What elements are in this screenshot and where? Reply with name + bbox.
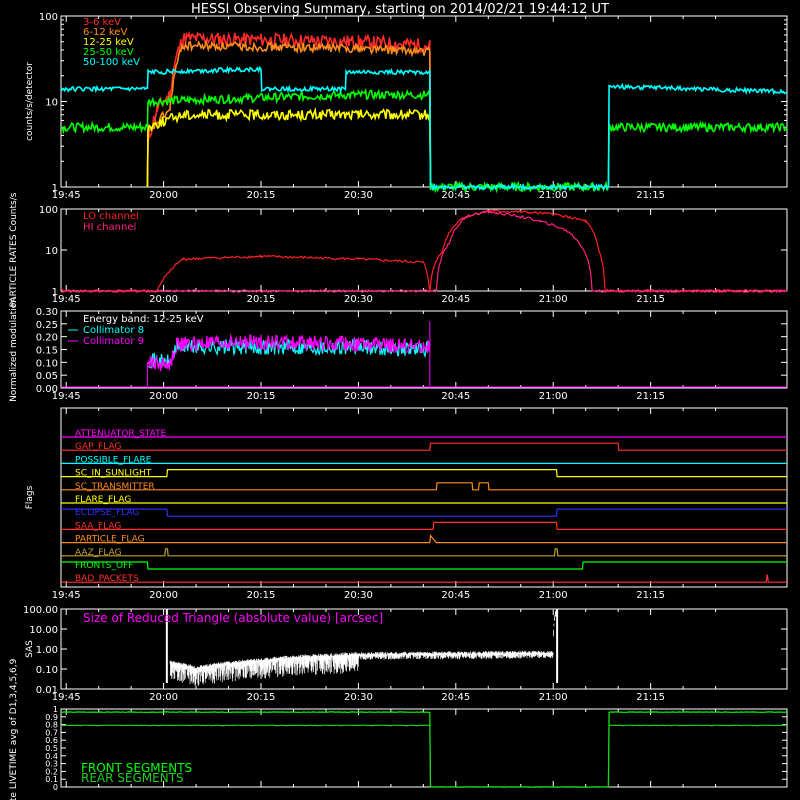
x-tick-label: 21:15 (636, 294, 665, 305)
y-axis-label: Mon. Rate LIVETIME avg of D1,3,4,5,6,9 (9, 658, 19, 800)
flag-label: ECLIPSE_FLAG (75, 508, 139, 518)
y-tick-label: 0.10 (36, 358, 58, 369)
legend-entry: LO channel (83, 211, 139, 222)
y-tick-label: 1 (52, 183, 58, 194)
y-axis-label: Normalized modulation (9, 297, 19, 402)
x-tick-label: 20:00 (149, 391, 178, 402)
x-tick-label: 20:00 (149, 294, 178, 305)
x-tick-label: 19:45 (52, 590, 81, 601)
y-tick-label: 0.2 (45, 767, 58, 776)
flag-label: SC_IN_SUNLIGHT (75, 469, 152, 479)
x-tick-label: 21:00 (539, 294, 568, 305)
y-axis-label: counts/s/detector (25, 62, 35, 141)
x-tick-label: 20:15 (247, 692, 276, 703)
x-tick-label: 20:00 (149, 190, 178, 201)
y-tick-label: 0.25 (36, 320, 58, 331)
legend-entry: 50-100 keV (83, 57, 140, 68)
y-tick-label: 0.5 (45, 744, 58, 753)
page-title: HESSI Observing Summary, starting on 201… (191, 2, 609, 17)
x-tick-label: 20:00 (149, 590, 178, 601)
x-tick-label: 20:45 (441, 692, 470, 703)
x-tick-label: 21:00 (539, 692, 568, 703)
y-tick-label: 1.00 (36, 645, 58, 656)
x-tick-label: 20:30 (344, 590, 373, 601)
flag-label: POSSIBLE_FLARE (75, 455, 152, 465)
x-tick-label: 20:30 (344, 391, 373, 402)
y-tick-label: 0.15 (36, 346, 58, 357)
y-tick-label: 100 (39, 12, 58, 23)
legend-entry: Collimator 9 (83, 336, 144, 347)
flag-label: FLARE_FLAG (75, 495, 131, 505)
flag-label: BAD_PACKETS (75, 574, 139, 584)
y-tick-label: 0.3 (45, 760, 58, 769)
y-tick-label: 1 (53, 705, 58, 714)
x-tick-label: 21:15 (636, 692, 665, 703)
flag-label: AAZ_FLAG (75, 548, 122, 558)
x-tick-label: 20:15 (247, 294, 276, 305)
x-tick-label: 21:00 (539, 190, 568, 201)
x-tick-label: 21:15 (636, 391, 665, 402)
y-tick-label: 10 (45, 98, 58, 109)
y-tick-label: 0.05 (36, 371, 58, 382)
x-tick-label: 20:30 (344, 190, 373, 201)
x-tick-label: 20:00 (149, 692, 178, 703)
y-tick-label: 10 (45, 246, 58, 257)
x-tick-label: 21:15 (636, 590, 665, 601)
y-tick-label: 1 (52, 287, 58, 298)
y-tick-label: 0.9 (45, 713, 58, 722)
x-tick-label: 20:15 (247, 391, 276, 402)
background (0, 0, 800, 800)
y-tick-label: 0.4 (45, 752, 58, 761)
sas-title: Size of Reduced Triangle (absolute value… (83, 611, 383, 625)
y-tick-label: 0.10 (36, 665, 58, 676)
x-tick-label: 20:30 (344, 692, 373, 703)
y-axis-label: PARTICLE RATES Counts/s (9, 192, 19, 307)
flag-label: ATTENUATOR_STATE (75, 429, 167, 439)
y-tick-label: 0.30 (36, 307, 58, 318)
summary-plot: HESSI Observing Summary, starting on 201… (0, 0, 800, 800)
x-tick-label: 20:45 (441, 294, 470, 305)
legend-entry: REAR SEGMENTS (81, 771, 184, 785)
x-tick-label: 20:15 (247, 590, 276, 601)
y-axis-label: SAS (25, 640, 35, 658)
y-tick-label: 0.6 (45, 736, 58, 745)
y-tick-label: 0.1 (45, 775, 58, 784)
x-tick-label: 21:15 (636, 190, 665, 201)
y-tick-label: 100 (39, 205, 58, 216)
y-axis-label: Flags (25, 485, 35, 509)
flag-label: PARTICLE_FLAG (75, 535, 145, 545)
legend-entry: Energy band: 12-25 keV (83, 314, 204, 325)
flag-label: SAA_FLAG (75, 521, 121, 531)
flag-label: GAP_FLAG (75, 442, 121, 452)
y-tick-label: 0 (53, 783, 58, 792)
x-tick-label: 20:15 (247, 190, 276, 201)
flag-label: FRONTS_OFF (75, 561, 133, 571)
flag-label: SC_TRANSMITTER (75, 482, 155, 492)
y-tick-label: 100.00 (23, 605, 58, 616)
x-tick-label: 21:00 (539, 590, 568, 601)
y-tick-label: 0.20 (36, 333, 58, 344)
y-tick-label: 0.8 (45, 721, 58, 730)
y-tick-label: 0.01 (36, 685, 58, 696)
x-tick-label: 20:45 (441, 391, 470, 402)
y-tick-label: 0.00 (36, 384, 58, 395)
y-tick-label: 10.00 (29, 625, 58, 636)
legend-entry: Collimator 8 (83, 325, 144, 336)
x-tick-label: 20:30 (344, 294, 373, 305)
x-tick-label: 20:45 (441, 590, 470, 601)
legend-entry: HI channel (83, 222, 136, 233)
x-tick-label: 21:00 (539, 391, 568, 402)
hessi-summary: HESSI Observing Summary, starting on 201… (0, 0, 800, 800)
y-tick-label: 0.7 (45, 728, 58, 737)
